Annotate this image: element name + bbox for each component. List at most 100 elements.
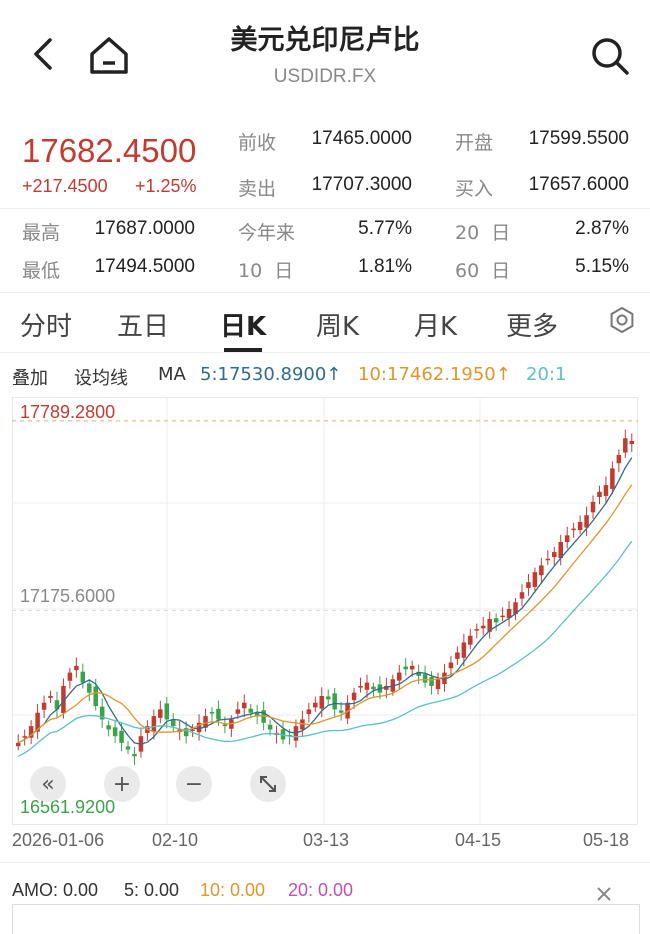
amo-value: AMO: 0.00 [12,880,99,900]
candle-body [158,709,163,718]
candle-body [106,725,111,730]
tab-monthly-k[interactable]: 月K [414,306,457,343]
x-tick-label: 03-13 [303,830,350,850]
candle-body [248,708,253,713]
overlay-button[interactable]: 叠加 [12,364,48,390]
stat-value: 5.77% [358,218,412,239]
current-price: 17682.4500 [22,132,197,169]
candle-body [629,440,635,445]
stat-value: 17657.6000 [528,174,629,195]
stat-label: 最高 [22,222,61,244]
search-icon[interactable] [588,34,632,78]
candle-body [338,710,344,713]
stat-label: 20 日 [455,222,511,244]
candle-body [132,753,137,757]
amo-ma10: 10: 0.00 [200,880,266,900]
candle-body [74,665,79,671]
amo-ma20: 20: 0.00 [288,880,354,900]
candle-body [351,692,357,701]
stat-label: 卖出 [238,178,277,200]
candle-body [306,709,312,715]
stat-label: 最低 [22,260,61,282]
candle-body [112,727,118,737]
ma20-value: 20:1 [526,364,567,385]
volume-panel [12,904,640,934]
candle-body [48,696,53,698]
stat-label: 10 日 [238,260,294,282]
tab-five-day[interactable]: 五日 [117,306,169,343]
price-change: +217.4500 [22,176,108,196]
stat-label: 今年来 [238,222,296,244]
candle-body [526,582,531,588]
tab-weekly-k[interactable]: 周K [316,306,359,343]
candle-body [480,625,486,629]
candle-body [151,716,157,732]
symbol-code: USDIDR.FX [273,66,377,87]
candle-body [332,693,337,710]
stat-label: 前收 [238,132,277,154]
candle-body [22,736,27,738]
candle-body [577,521,583,531]
tab-intraday[interactable]: 分时 [20,306,72,343]
rewind-icon[interactable]: « [30,766,66,802]
candle-body [119,730,124,743]
settings-icon[interactable] [608,306,636,334]
candle-body [603,485,609,496]
candle-body [461,642,467,658]
candle-body [422,674,428,683]
stat-value: 17687.0000 [94,218,195,239]
x-tick-label: 04-15 [455,830,502,850]
x-tick-label: 02-10 [152,830,199,850]
candle-body [403,666,408,670]
candle-body [564,535,570,543]
candle-body [435,679,441,690]
candle-body [409,665,415,670]
candle-body [364,682,370,690]
candle-body [500,615,505,618]
candle-body [319,696,325,709]
candle-body [610,468,615,489]
zoom-out-icon[interactable]: − [176,766,212,802]
divider [0,862,650,863]
zoom-in-icon[interactable]: + [104,766,140,802]
tab-daily-k[interactable]: 日K [220,306,266,343]
candle-body [67,672,73,681]
stat-value: 17707.3000 [311,174,412,195]
divider [0,208,650,209]
candle-body [216,708,221,720]
candle-body [623,438,628,453]
chart-svg [12,397,638,825]
candle-body [313,702,318,708]
fullscreen-icon[interactable] [250,766,286,802]
candle-body [474,629,480,631]
candlestick-chart[interactable] [12,397,638,825]
candle-body [125,746,131,750]
candle-body [15,742,21,747]
divider [0,292,650,293]
candle-body [87,683,92,693]
tab-more[interactable]: 更多 [506,306,558,343]
candle-body [571,528,576,531]
candle-body [519,592,525,599]
candle-body [325,696,331,700]
ma5-value: 5:17530.8900↑ [200,364,342,385]
stat-value: 17494.5000 [94,256,195,277]
stat-value: 1.81% [358,256,412,277]
set-ma-button[interactable]: 设均线 [74,364,128,390]
chart-frame [12,397,638,825]
close-icon[interactable] [594,884,614,904]
ma10-value: 10:17462.1950↑ [358,364,511,385]
candle-body [190,729,195,731]
candle-body [493,618,499,623]
candle-body [545,558,551,561]
candle-body [539,565,544,576]
candle-body [235,709,241,714]
ma10-line [17,484,633,744]
candle-body [616,454,622,464]
candle-body [468,635,473,645]
candle-body [209,712,215,714]
candle-body [164,703,170,720]
stat-label: 60 日 [455,260,511,282]
candle-body [222,724,228,727]
candle-body [590,501,596,513]
